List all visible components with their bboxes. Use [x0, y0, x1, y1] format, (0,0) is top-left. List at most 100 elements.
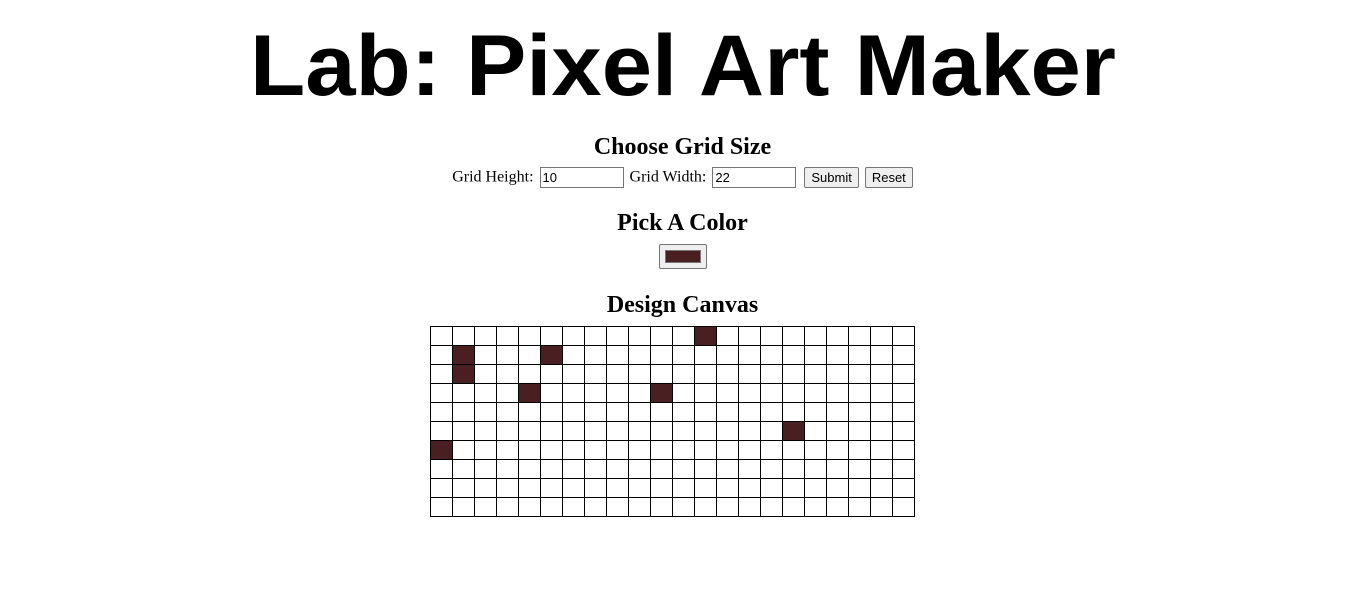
canvas-cell[interactable] — [694, 326, 717, 346]
canvas-cell[interactable] — [452, 364, 475, 384]
canvas-cell[interactable] — [672, 383, 695, 403]
canvas-cell[interactable] — [474, 421, 497, 441]
canvas-cell[interactable] — [540, 364, 563, 384]
canvas-cell[interactable] — [496, 326, 519, 346]
canvas-cell[interactable] — [892, 364, 915, 384]
canvas-cell[interactable] — [452, 478, 475, 498]
canvas-cell[interactable] — [804, 383, 827, 403]
canvas-cell[interactable] — [452, 345, 475, 365]
canvas-cell[interactable] — [672, 402, 695, 422]
canvas-cell[interactable] — [870, 421, 893, 441]
canvas-cell[interactable] — [782, 478, 805, 498]
canvas-cell[interactable] — [804, 459, 827, 479]
canvas-cell[interactable] — [848, 364, 871, 384]
canvas-cell[interactable] — [584, 345, 607, 365]
canvas-cell[interactable] — [474, 402, 497, 422]
canvas-cell[interactable] — [760, 478, 783, 498]
canvas-cell[interactable] — [848, 478, 871, 498]
canvas-cell[interactable] — [540, 326, 563, 346]
canvas-cell[interactable] — [430, 364, 453, 384]
canvas-cell[interactable] — [694, 402, 717, 422]
canvas-cell[interactable] — [804, 478, 827, 498]
canvas-cell[interactable] — [518, 478, 541, 498]
canvas-cell[interactable] — [606, 364, 629, 384]
canvas-cell[interactable] — [650, 326, 673, 346]
canvas-cell[interactable] — [562, 383, 585, 403]
canvas-cell[interactable] — [848, 402, 871, 422]
canvas-cell[interactable] — [760, 345, 783, 365]
canvas-cell[interactable] — [694, 364, 717, 384]
canvas-cell[interactable] — [826, 459, 849, 479]
canvas-cell[interactable] — [518, 345, 541, 365]
canvas-cell[interactable] — [540, 421, 563, 441]
canvas-cell[interactable] — [870, 364, 893, 384]
canvas-cell[interactable] — [892, 326, 915, 346]
canvas-cell[interactable] — [628, 440, 651, 460]
canvas-cell[interactable] — [672, 459, 695, 479]
canvas-cell[interactable] — [826, 497, 849, 517]
canvas-cell[interactable] — [496, 440, 519, 460]
canvas-cell[interactable] — [452, 497, 475, 517]
canvas-cell[interactable] — [562, 421, 585, 441]
canvas-cell[interactable] — [540, 459, 563, 479]
canvas-cell[interactable] — [584, 459, 607, 479]
canvas-cell[interactable] — [628, 478, 651, 498]
canvas-cell[interactable] — [826, 364, 849, 384]
canvas-cell[interactable] — [782, 440, 805, 460]
canvas-cell[interactable] — [650, 497, 673, 517]
canvas-cell[interactable] — [870, 478, 893, 498]
canvas-cell[interactable] — [694, 497, 717, 517]
canvas-cell[interactable] — [892, 421, 915, 441]
canvas-cell[interactable] — [452, 383, 475, 403]
canvas-cell[interactable] — [474, 383, 497, 403]
canvas-cell[interactable] — [804, 402, 827, 422]
canvas-cell[interactable] — [540, 440, 563, 460]
canvas-cell[interactable] — [430, 383, 453, 403]
canvas-cell[interactable] — [452, 421, 475, 441]
canvas-cell[interactable] — [716, 497, 739, 517]
grid-height-input[interactable] — [539, 166, 624, 188]
canvas-cell[interactable] — [672, 478, 695, 498]
canvas-cell[interactable] — [606, 383, 629, 403]
grid-width-input[interactable] — [712, 166, 797, 188]
canvas-cell[interactable] — [760, 402, 783, 422]
canvas-cell[interactable] — [650, 383, 673, 403]
canvas-cell[interactable] — [540, 383, 563, 403]
canvas-cell[interactable] — [760, 421, 783, 441]
canvas-cell[interactable] — [650, 364, 673, 384]
submit-button[interactable]: Submit — [804, 166, 859, 188]
canvas-cell[interactable] — [782, 497, 805, 517]
canvas-cell[interactable] — [672, 440, 695, 460]
canvas-cell[interactable] — [738, 440, 761, 460]
canvas-cell[interactable] — [826, 402, 849, 422]
canvas-cell[interactable] — [606, 421, 629, 441]
color-picker[interactable] — [658, 244, 707, 269]
canvas-cell[interactable] — [694, 459, 717, 479]
canvas-cell[interactable] — [628, 497, 651, 517]
canvas-cell[interactable] — [694, 440, 717, 460]
canvas-cell[interactable] — [474, 497, 497, 517]
canvas-cell[interactable] — [738, 497, 761, 517]
canvas-cell[interactable] — [870, 402, 893, 422]
canvas-cell[interactable] — [672, 326, 695, 346]
canvas-cell[interactable] — [892, 497, 915, 517]
canvas-cell[interactable] — [584, 402, 607, 422]
canvas-cell[interactable] — [496, 421, 519, 441]
canvas-cell[interactable] — [760, 440, 783, 460]
canvas-cell[interactable] — [606, 402, 629, 422]
canvas-cell[interactable] — [672, 421, 695, 441]
canvas-cell[interactable] — [738, 478, 761, 498]
canvas-cell[interactable] — [760, 459, 783, 479]
canvas-cell[interactable] — [474, 326, 497, 346]
canvas-cell[interactable] — [782, 459, 805, 479]
canvas-cell[interactable] — [430, 326, 453, 346]
canvas-cell[interactable] — [782, 383, 805, 403]
canvas-cell[interactable] — [804, 440, 827, 460]
canvas-cell[interactable] — [496, 383, 519, 403]
canvas-cell[interactable] — [650, 440, 673, 460]
canvas-cell[interactable] — [628, 326, 651, 346]
canvas-cell[interactable] — [518, 402, 541, 422]
canvas-cell[interactable] — [452, 440, 475, 460]
canvas-cell[interactable] — [474, 478, 497, 498]
canvas-cell[interactable] — [474, 459, 497, 479]
